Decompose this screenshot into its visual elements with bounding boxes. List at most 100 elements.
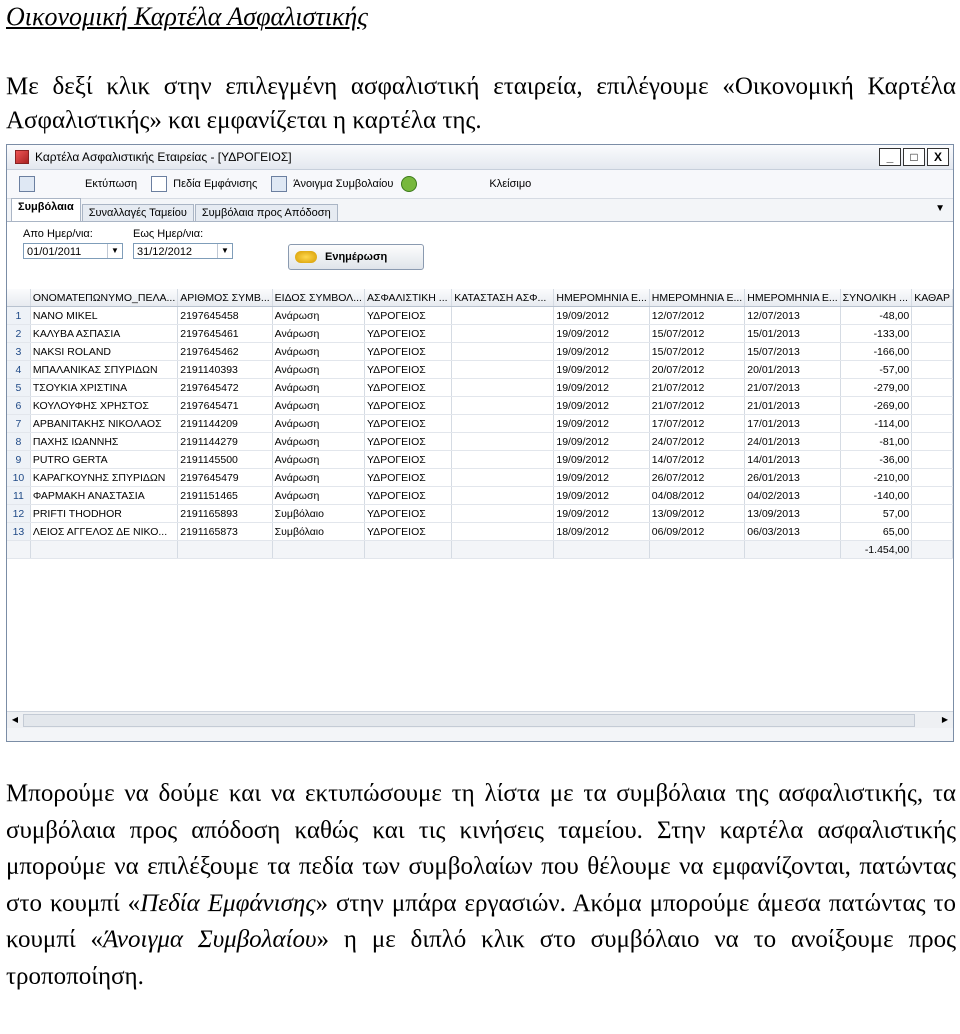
table-cell: ΠΑΧΗΣ ΙΩΑΝΝΗΣ bbox=[30, 432, 179, 451]
scroll-left-icon[interactable]: ◀ bbox=[8, 713, 22, 727]
column-header[interactable]: ΗΜΕΡΟΜΗΝΙΑ Ε... bbox=[649, 289, 746, 307]
table-cell: PUTRO GERTA bbox=[30, 450, 179, 469]
column-header[interactable]: ΣΥΝΟΛΙΚΗ ... bbox=[840, 289, 913, 307]
table-cell bbox=[911, 360, 953, 379]
table-cell: ΛΕΙΟΣ ΑΓΓΕΛΟΣ ΔΕ ΝΙΚΟ... bbox=[30, 522, 179, 541]
row-number: 7 bbox=[7, 414, 31, 433]
table-cell: Συμβόλαιο bbox=[272, 504, 365, 523]
row-number: 9 bbox=[7, 450, 31, 469]
chevron-down-icon[interactable]: ▼ bbox=[107, 244, 122, 258]
table-cell: 19/09/2012 bbox=[553, 450, 650, 469]
fields-icon bbox=[151, 176, 168, 192]
table-row[interactable]: 13 ΛΕΙΟΣ ΑΓΓΕΛΟΣ ΔΕ ΝΙΚΟ... 2191165873 Συμβ… bbox=[7, 522, 953, 541]
table-cell: 14/07/2012 bbox=[649, 450, 746, 469]
contracts-table: ΟΝΟΜΑΤΕΠΩΝΥΜΟ_ΠΕΛΑ... ΑΡΙΘΜΟΣ ΣΥΜΒ... ΕΙΔΟ… bbox=[7, 289, 953, 559]
from-date-label: Απο Ημερ/νια: bbox=[23, 228, 93, 240]
table-cell: Ανάρωση bbox=[272, 468, 365, 487]
column-header[interactable]: ΑΣΦΑΛΙΣΤΙΚΗ ... bbox=[364, 289, 453, 307]
close-window-button[interactable]: Κλείσιμο bbox=[485, 173, 535, 195]
table-cell: 14/01/2013 bbox=[744, 450, 841, 469]
fields-button[interactable]: Πεδία Εμφάνισης bbox=[147, 173, 261, 195]
table-cell: 19/09/2012 bbox=[553, 432, 650, 451]
table-cell: ΥΔΡΟΓΕΙΟΣ bbox=[364, 360, 453, 379]
chevron-down-icon[interactable]: ▼ bbox=[217, 244, 232, 258]
table-cell: 26/01/2013 bbox=[744, 468, 841, 487]
table-cell: ΚΑΡΑΓΚΟΥΝΗΣ ΣΠΥΡΙΔΩΝ bbox=[30, 468, 179, 487]
table-cell: ΥΔΡΟΓΕΙΟΣ bbox=[364, 468, 453, 487]
table-row[interactable]: 11 ΦΑΡΜΑΚΗ ΑΝΑΣΤΑΣΙΑ 2191151465 Ανάρωση ΥΔΡΟ… bbox=[7, 486, 953, 505]
table-cell bbox=[911, 450, 953, 469]
table-cell: 2191165893 bbox=[177, 504, 273, 523]
column-header[interactable]: ΑΡΙΘΜΟΣ ΣΥΜΒ... bbox=[177, 289, 273, 307]
column-header[interactable]: ΕΙΔΟΣ ΣΥΜΒΟΛ... bbox=[272, 289, 365, 307]
table-cell: -48,00 bbox=[840, 306, 913, 325]
table-row[interactable]: 1 NANO MIKEL 2197645458 Ανάρωση ΥΔΡΟΓΕΙΟΣ 19/… bbox=[7, 306, 953, 325]
table-cell: Ανάρωση bbox=[272, 432, 365, 451]
table-row[interactable]: 12 PRIFTI THODHOR 2191165893 Συμβόλαιο ΥΔΡΟΓ… bbox=[7, 504, 953, 523]
table-cell: ΥΔΡΟΓΕΙΟΣ bbox=[364, 342, 453, 361]
tab-contracts-to-settle[interactable]: Συμβόλαια προς Απόδοση bbox=[194, 204, 338, 221]
table-cell: 17/07/2012 bbox=[649, 414, 746, 433]
tab-cash-transactions[interactable]: Συναλλαγές Ταμείου bbox=[81, 204, 194, 221]
column-header[interactable]: ΗΜΕΡΟΜΗΝΙΑ Ε... bbox=[553, 289, 650, 307]
table-cell: ΜΠΑΛΑΝΙΚΑΣ ΣΠΥΡΙΔΩΝ bbox=[30, 360, 179, 379]
table-row[interactable]: 8 ΠΑΧΗΣ ΙΩΑΝΝΗΣ 2191144279 Ανάρωση ΥΔΡΟΓΕΙΟΣ… bbox=[7, 432, 953, 451]
column-header[interactable]: ΚΑΘΑΡ bbox=[911, 289, 953, 307]
print-button[interactable]: Εκτύπωση bbox=[81, 173, 141, 195]
table-cell: ΥΔΡΟΓΕΙΟΣ bbox=[364, 306, 453, 325]
table-cell: Συμβόλαιο bbox=[272, 522, 365, 541]
table-cell: PRIFTI THODHOR bbox=[30, 504, 179, 523]
column-header[interactable]: ΗΜΕΡΟΜΗΝΙΑ Ε... bbox=[744, 289, 841, 307]
scroll-thumb[interactable] bbox=[23, 714, 915, 727]
table-cell bbox=[451, 324, 555, 343]
table-cell: NAKSI ROLAND bbox=[30, 342, 179, 361]
save-toolbar-button[interactable] bbox=[15, 173, 45, 195]
table-cell: ΦΑΡΜΑΚΗ ΑΝΑΣΤΑΣΙΑ bbox=[30, 486, 179, 505]
table-cell: -36,00 bbox=[840, 450, 913, 469]
table-row[interactable]: 4 ΜΠΑΛΑΝΙΚΑΣ ΣΠΥΡΙΔΩΝ 2191140393 Ανάρωση ΥΔΡ… bbox=[7, 360, 953, 379]
horizontal-scrollbar[interactable]: ◀ ▶ bbox=[7, 711, 953, 728]
update-button[interactable]: Ενημέρωση bbox=[288, 244, 424, 270]
table-cell: 2191151465 bbox=[177, 486, 273, 505]
maximize-button[interactable]: □ bbox=[903, 148, 925, 166]
from-date-field[interactable]: 01/01/2011 ▼ bbox=[23, 243, 123, 259]
table-row[interactable]: 3 NAKSI ROLAND 2197645462 Ανάρωση ΥΔΡΟΓΕΙΟΣ 1… bbox=[7, 342, 953, 361]
row-number: 2 bbox=[7, 324, 31, 343]
column-header[interactable]: ΟΝΟΜΑΤΕΠΩΝΥΜΟ_ΠΕΛΑ... bbox=[30, 289, 179, 307]
table-row[interactable]: 6 ΚΟΥΛΟΥΦΗΣ ΧΡΗΣΤΟΣ 2197645471 Ανάρωση ΥΔΡΟΓ… bbox=[7, 396, 953, 415]
table-cell bbox=[451, 468, 555, 487]
table-cell: -140,00 bbox=[840, 486, 913, 505]
table-cell bbox=[451, 432, 555, 451]
table-cell: Ανάρωση bbox=[272, 414, 365, 433]
table-cell: 57,00 bbox=[840, 504, 913, 523]
table-cell: 2191145500 bbox=[177, 450, 273, 469]
table-row[interactable]: 10 ΚΑΡΑΓΚΟΥΝΗΣ ΣΠΥΡΙΔΩΝ 2197645479 Ανάρωση Υ… bbox=[7, 468, 953, 487]
table-cell: 06/09/2012 bbox=[649, 522, 746, 541]
table-cell: 2197645462 bbox=[177, 342, 273, 361]
table-row[interactable]: 9 PUTRO GERTA 2191145500 Ανάρωση ΥΔΡΟΓΕΙΟΣ 19… bbox=[7, 450, 953, 469]
table-cell: ΥΔΡΟΓΕΙΟΣ bbox=[364, 324, 453, 343]
column-header[interactable]: ΚΑΤΑΣΤΑΣΗ ΑΣΦ... bbox=[451, 289, 555, 307]
toolbar: Εκτύπωση Πεδία Εμφάνισης Άνοιγμα Συμβολα… bbox=[7, 170, 953, 199]
scroll-right-icon[interactable]: ▶ bbox=[938, 713, 952, 727]
table-cell: 24/07/2012 bbox=[649, 432, 746, 451]
table-cell bbox=[911, 540, 953, 559]
to-date-field[interactable]: 31/12/2012 ▼ bbox=[133, 243, 233, 259]
tabs-dropdown-icon[interactable]: ▼ bbox=[935, 203, 945, 214]
table-row[interactable]: 2 ΚΑΛΥΒΑ ΑΣΠΑΣΙΑ 2197645461 Ανάρωση ΥΔΡΟΓΕΙΟ… bbox=[7, 324, 953, 343]
table-cell: 2197645458 bbox=[177, 306, 273, 325]
table-row[interactable]: 5 ΤΣΟΥΚΙΑ ΧΡΙΣΤΙΝΑ 2197645472 Ανάρωση ΥΔΡΟΓΕ… bbox=[7, 378, 953, 397]
table-cell: ΥΔΡΟΓΕΙΟΣ bbox=[364, 522, 453, 541]
open-contract-button[interactable]: Άνοιγμα Συμβολαίου bbox=[267, 173, 427, 195]
minimize-button[interactable]: _ bbox=[879, 148, 901, 166]
close-button[interactable]: X bbox=[927, 148, 949, 166]
table-cell bbox=[553, 540, 650, 559]
table-cell bbox=[272, 540, 365, 559]
fields-label: Πεδία Εμφάνισης bbox=[173, 178, 258, 190]
table-cell: -133,00 bbox=[840, 324, 913, 343]
table-cell: ΑΡΒΑΝΙΤΑΚΗΣ ΝΙΚΟΛΑΟΣ bbox=[30, 414, 179, 433]
tab-contracts[interactable]: Συμβόλαια bbox=[11, 198, 81, 221]
row-number: 11 bbox=[7, 486, 31, 505]
table-row[interactable]: 7 ΑΡΒΑΝΙΤΑΚΗΣ ΝΙΚΟΛΑΟΣ 2191144209 Ανάρωση ΥΔ… bbox=[7, 414, 953, 433]
table-cell bbox=[451, 396, 555, 415]
